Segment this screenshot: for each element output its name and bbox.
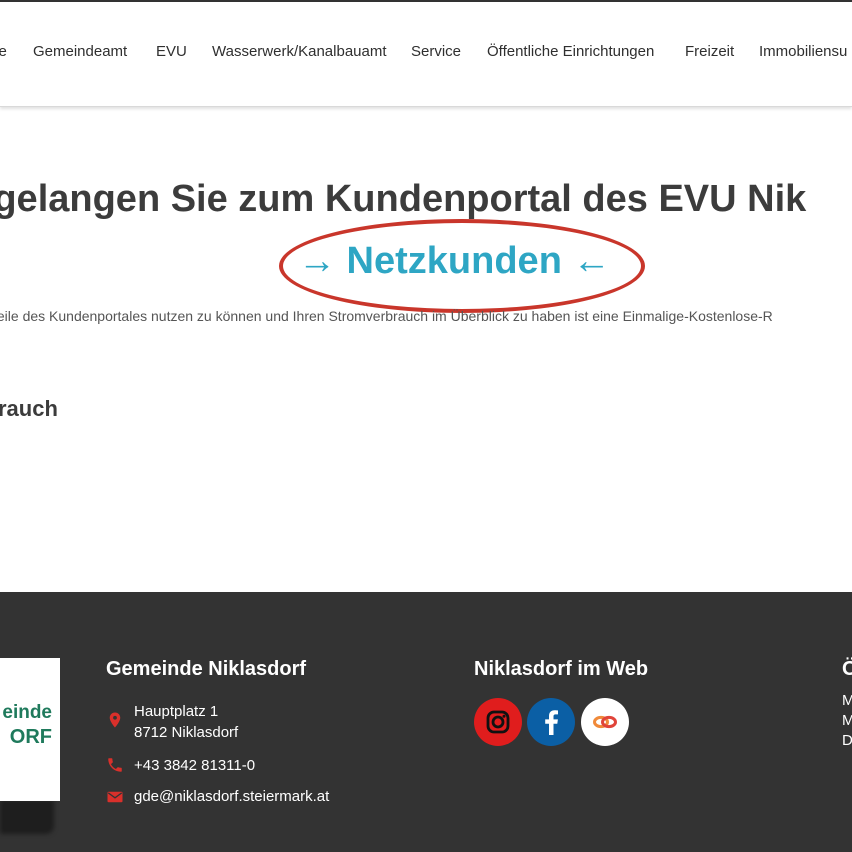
nav-item-freizeit[interactable]: Freizeit [685, 43, 734, 60]
footer-right-column: Ö M M D [842, 658, 852, 751]
external-portal-button[interactable] [581, 698, 629, 746]
logo-shadow [0, 800, 54, 834]
facebook-button[interactable] [527, 698, 575, 746]
description-text: teile des Kundenportales nutzen zu könne… [0, 308, 773, 324]
facebook-icon [545, 710, 558, 735]
page-headline: r gelangen Sie zum Kundenportal des EVU … [0, 178, 807, 220]
site-footer: einde ORF Gemeinde Niklasdorf Hauptplatz… [0, 592, 852, 852]
footer-web-title: Niklasdorf im Web [474, 658, 649, 680]
footer-right-line-3[interactable]: D [842, 731, 852, 751]
phone-icon [108, 758, 122, 772]
section-subheading: rauch [0, 396, 58, 421]
footer-contact-title: Gemeinde Niklasdorf [106, 658, 307, 680]
nav-item-gemeindeamt[interactable]: Gemeindeamt [33, 43, 127, 60]
logo-text-line2: ORF [9, 726, 52, 748]
footer-right-line-1[interactable]: M [842, 691, 852, 711]
nav-item-wasserwerk[interactable]: Wasserwerk/Kanalbauamt [212, 43, 387, 60]
nav-item-service[interactable]: Service [411, 43, 461, 60]
email-address[interactable]: gde@niklasdorf.steiermark.at [134, 787, 329, 807]
envelope-icon [107, 791, 123, 803]
logo-text-line1: einde [2, 702, 52, 723]
footer-right-title: Ö [842, 658, 852, 680]
linked-rings-icon [593, 715, 617, 729]
nav-item-home[interactable]: me [0, 43, 7, 60]
netzkunden-link[interactable]: → Netzkunden ← [298, 240, 610, 283]
nav-item-oeffentliche-einrichtungen[interactable]: Öffentliche Einrichtungen [487, 43, 654, 60]
municipality-logo[interactable]: einde ORF [0, 658, 60, 801]
map-pin-icon [109, 712, 121, 728]
nav-item-evu[interactable]: EVU [156, 43, 187, 60]
phone-number[interactable]: +43 3842 81311-0 [134, 756, 255, 776]
instagram-button[interactable] [474, 698, 522, 746]
main-navigation: me Gemeindeamt EVU Wasserwerk/Kanalbauam… [0, 2, 852, 107]
address-city: 8712 Niklasdorf [134, 724, 239, 741]
address-street: Hauptplatz 1 [134, 703, 219, 720]
footer-right-line-2[interactable]: M [842, 711, 852, 731]
nav-item-immobilien[interactable]: Immobiliensu [759, 43, 847, 60]
instagram-icon [486, 710, 510, 734]
